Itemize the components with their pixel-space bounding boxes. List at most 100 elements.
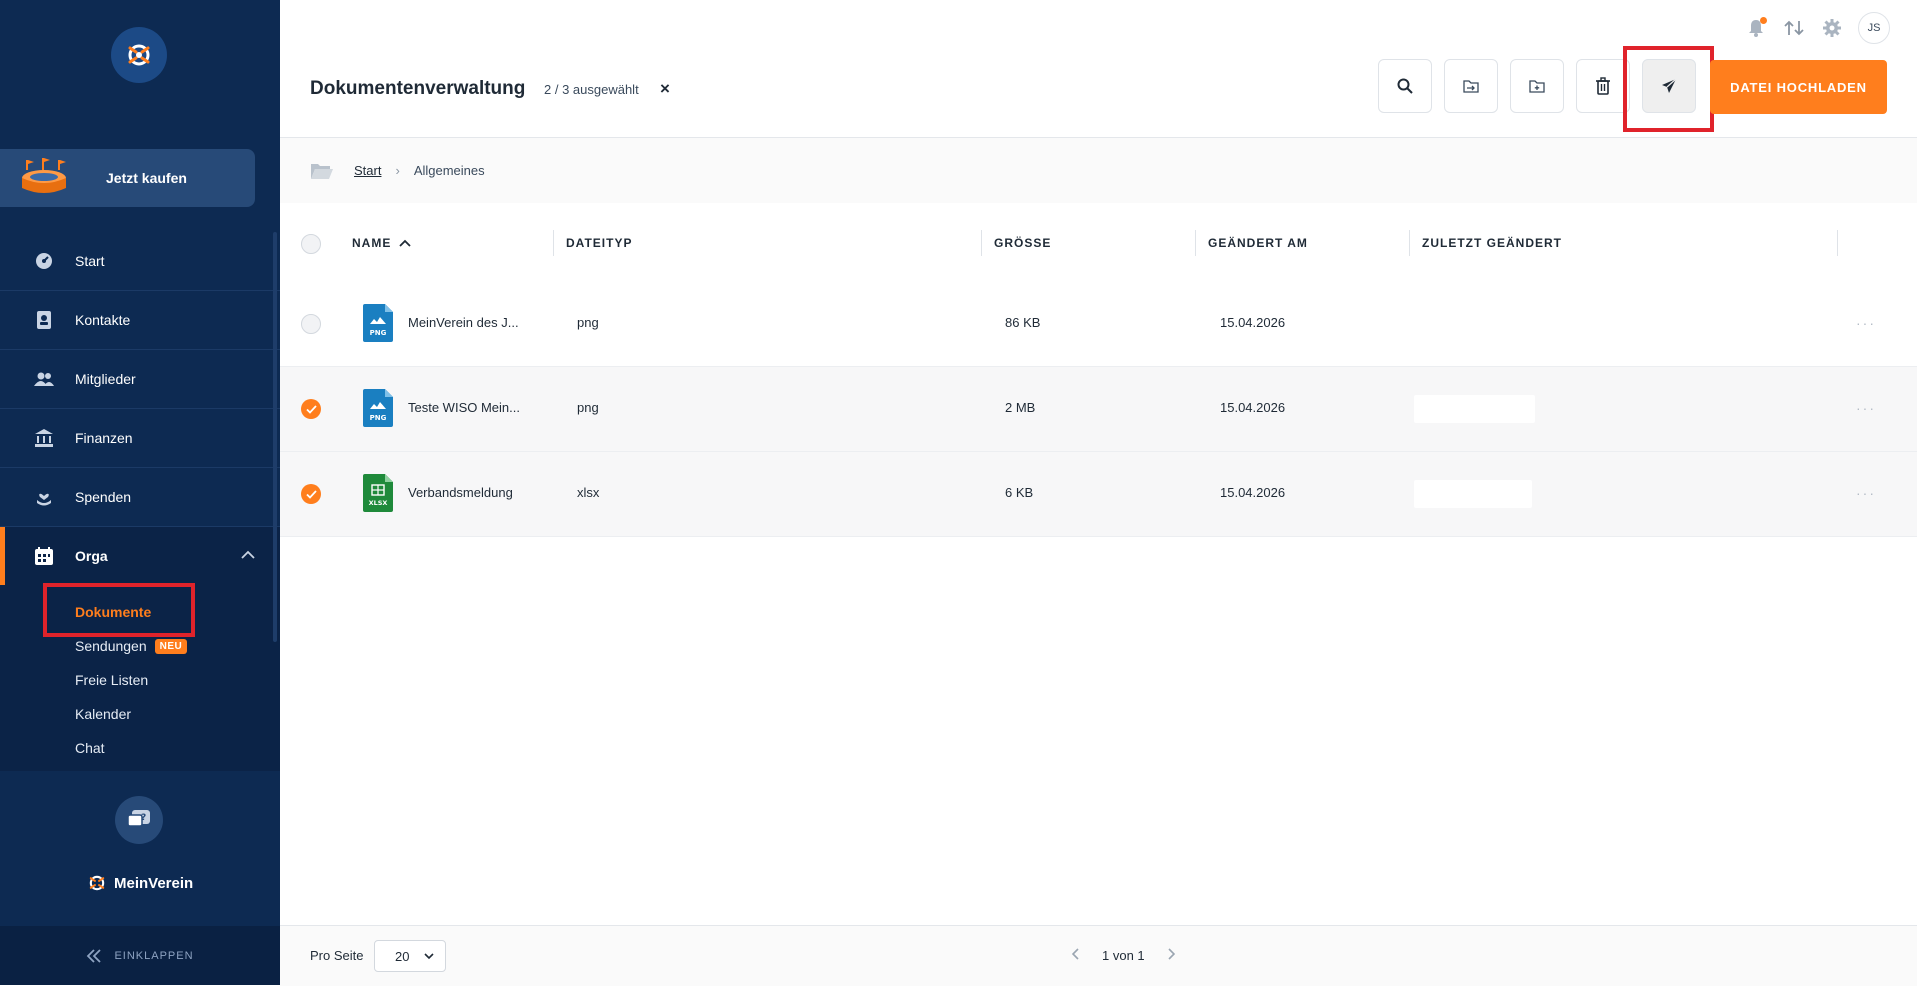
breadcrumb-current: Allgemeines [413, 163, 485, 178]
brand-name: MeinVerein [114, 874, 194, 892]
sidebar: Jetzt kaufen Start Kontakte Mitglieder F… [0, 0, 280, 985]
per-page-value: 20 [395, 948, 410, 964]
page-title: Dokumentenverwaltung [310, 78, 526, 99]
column-header-name[interactable]: NAME [352, 236, 411, 250]
sub-label-sendungen: Sendungen [75, 638, 147, 654]
nav-item-orga[interactable]: Orga [0, 527, 280, 585]
meinverein-logo-icon [128, 44, 150, 66]
more-options-icon[interactable]: ··· [1856, 485, 1876, 501]
donation-hand-icon [33, 486, 55, 508]
bank-icon [33, 427, 55, 449]
sub-label-kalender: Kalender [75, 706, 132, 722]
sub-item-dokumente[interactable]: Dokumente [0, 595, 280, 629]
search-button[interactable] [1378, 59, 1432, 113]
table-row[interactable]: XLSX Verbandsmeldung xlsx 6 KB 15.04.202… [280, 452, 1917, 537]
redacted-user-field [1414, 480, 1532, 508]
file-changed-date: 15.04.2026 [1220, 485, 1286, 500]
nav-item-start[interactable]: Start [0, 232, 280, 291]
main-nav: Start Kontakte Mitglieder Finanzen Spend… [0, 232, 280, 771]
clear-selection-button[interactable]: × [660, 79, 670, 99]
new-folder-button[interactable] [1510, 59, 1564, 113]
members-icon [33, 368, 55, 390]
new-badge: NEU [154, 638, 188, 654]
file-changed-date: 15.04.2026 [1220, 315, 1286, 330]
nav-label-orga: Orga [75, 548, 108, 564]
documents-table: NAME DATEITYP GRÖSSE GEÄNDERT AM ZULETZT… [280, 204, 1917, 537]
sub-label-chat: Chat [75, 740, 105, 756]
collapse-label: EINKLAPPEN [114, 949, 194, 962]
breadcrumb-start-link[interactable]: Start [354, 163, 381, 178]
column-divider[interactable] [1837, 230, 1838, 256]
per-page-select[interactable]: 20 [374, 940, 446, 972]
file-name[interactable]: Teste WISO Mein... [408, 400, 520, 415]
user-avatar[interactable]: JS [1858, 12, 1890, 44]
table-header: NAME DATEITYP GRÖSSE GEÄNDERT AM ZULETZT… [280, 204, 1917, 282]
row-checkbox[interactable] [301, 484, 321, 504]
sub-item-chat[interactable]: Chat [0, 731, 280, 765]
top-icons: JS [1744, 12, 1890, 44]
column-divider[interactable] [981, 230, 982, 256]
sub-item-freie-listen[interactable]: Freie Listen [0, 663, 280, 697]
gear-icon [1823, 19, 1841, 37]
file-changed-date: 15.04.2026 [1220, 400, 1286, 415]
column-label-name: NAME [352, 236, 392, 250]
column-header-type[interactable]: DATEITYP [566, 236, 632, 250]
trash-icon [1596, 77, 1610, 95]
collapse-sidebar-button[interactable]: EINKLAPPEN [0, 926, 280, 985]
sub-label-dokumente: Dokumente [75, 604, 152, 620]
column-divider[interactable] [553, 230, 554, 256]
topbar: JS [280, 0, 1917, 52]
new-folder-icon [1529, 80, 1545, 93]
sub-item-sendungen[interactable]: Sendungen NEU [0, 629, 280, 663]
xlsx-file-icon: XLSX [363, 474, 393, 512]
help-button[interactable]: ? [115, 796, 163, 844]
search-icon [1397, 78, 1413, 94]
buy-now-label: Jetzt kaufen [106, 170, 187, 186]
buy-now-banner[interactable]: Jetzt kaufen [0, 149, 255, 207]
table-row[interactable]: PNG Teste WISO Mein... png 2 MB 15.04.20… [280, 367, 1917, 452]
row-checkbox[interactable] [301, 399, 321, 419]
checkmark-icon [305, 489, 317, 499]
app-logo[interactable] [111, 27, 167, 83]
file-name[interactable]: Verbandsmeldung [408, 485, 513, 500]
row-checkbox[interactable] [301, 314, 321, 334]
chevron-up-icon[interactable] [240, 547, 256, 563]
svg-text:XLSX: XLSX [369, 499, 388, 507]
send-icon [1662, 78, 1677, 93]
sort-button[interactable] [1782, 16, 1806, 40]
column-divider[interactable] [1195, 230, 1196, 256]
sort-up-icon [399, 239, 411, 247]
nav-item-kontakte[interactable]: Kontakte [0, 291, 280, 350]
file-name[interactable]: MeinVerein des J... [408, 315, 519, 330]
delete-button[interactable] [1576, 59, 1630, 113]
nav-item-spenden[interactable]: Spenden [0, 468, 280, 527]
checkmark-icon [305, 404, 317, 414]
sub-item-kalender[interactable]: Kalender [0, 697, 280, 731]
next-page-button[interactable] [1167, 947, 1175, 963]
select-all-checkbox[interactable] [301, 234, 321, 254]
table-row[interactable]: PNG MeinVerein des J... png 86 KB 15.04.… [280, 282, 1917, 367]
chevron-right-icon [1168, 948, 1175, 960]
send-button[interactable] [1642, 59, 1696, 113]
sub-label-freie-listen: Freie Listen [75, 672, 149, 688]
column-header-changed[interactable]: GEÄNDERT AM [1208, 236, 1308, 250]
sidebar-scrollbar[interactable] [273, 232, 277, 642]
column-header-last-changed[interactable]: ZULETZT GEÄNDERT [1422, 236, 1562, 250]
nav-item-finanzen[interactable]: Finanzen [0, 409, 280, 468]
nav-label-start: Start [75, 253, 105, 269]
chevron-down-icon [424, 953, 434, 960]
column-divider[interactable] [1409, 230, 1410, 256]
stadium-icon [22, 158, 66, 193]
column-header-size[interactable]: GRÖSSE [994, 236, 1051, 250]
move-file-icon [1463, 80, 1479, 93]
png-file-icon: PNG [363, 389, 393, 427]
per-page-label: Pro Seite [310, 948, 364, 963]
notifications-button[interactable] [1744, 16, 1768, 40]
settings-button[interactable] [1820, 16, 1844, 40]
more-options-icon[interactable]: ··· [1856, 400, 1876, 416]
move-button[interactable] [1444, 59, 1498, 113]
upload-file-button[interactable]: DATEI HOCHLADEN [1710, 60, 1887, 114]
prev-page-button[interactable] [1071, 947, 1080, 963]
nav-item-mitglieder[interactable]: Mitglieder [0, 350, 280, 409]
more-options-icon[interactable]: ··· [1856, 315, 1876, 331]
